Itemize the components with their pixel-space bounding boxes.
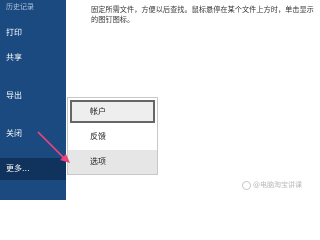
sidebar-item-history[interactable]: 历史记录 bbox=[0, 1, 66, 13]
sidebar-item-share[interactable]: 共享 bbox=[0, 52, 66, 64]
pin-hint-text: 固定所需文件，方便以后查找。鼠标悬停在某个文件上方时，单击显示的图钉图标。 bbox=[91, 5, 314, 24]
watermark-text: @电脑淘宝讲课 bbox=[253, 181, 302, 189]
sidebar-item-print[interactable]: 打印 bbox=[0, 27, 66, 39]
sidebar-item-close[interactable]: 关闭 bbox=[0, 128, 66, 140]
sidebar-item-export[interactable]: 导出 bbox=[0, 90, 66, 102]
watermark-logo-icon bbox=[242, 180, 251, 190]
menu-item-options[interactable]: 选项 bbox=[68, 150, 157, 174]
backstage-sidebar: 历史记录 打印 共享 导出 关闭 更多... bbox=[0, 0, 66, 200]
sidebar-item-more[interactable]: 更多... bbox=[0, 158, 66, 180]
more-menu: 帐户 反馈 选项 bbox=[67, 97, 158, 175]
menu-item-feedback[interactable]: 反馈 bbox=[68, 125, 157, 148]
watermark: @电脑淘宝讲课 bbox=[242, 180, 302, 190]
menu-item-account[interactable]: 帐户 bbox=[70, 100, 155, 123]
